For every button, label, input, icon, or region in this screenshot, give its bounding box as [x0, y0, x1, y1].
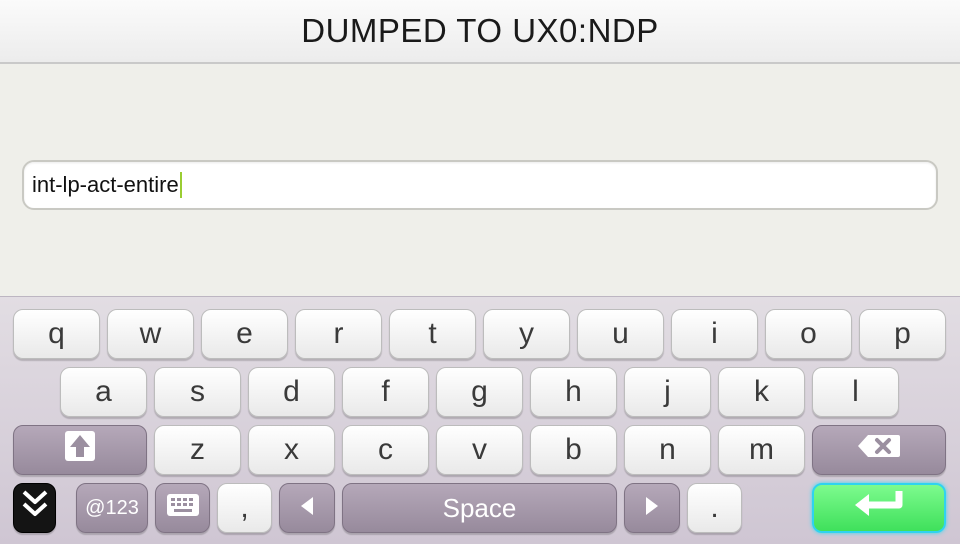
key-q[interactable]: q [13, 309, 100, 359]
text-input-field[interactable]: int-lp-act-entire [22, 160, 938, 210]
key-d[interactable]: d [248, 367, 335, 417]
backspace-icon [856, 433, 902, 467]
symbols-key[interactable]: @123 [76, 483, 148, 533]
hide-keyboard-icon [20, 487, 50, 529]
input-value: int-lp-act-entire [32, 172, 179, 197]
left-arrow-icon [297, 491, 317, 525]
key-x[interactable]: x [248, 425, 335, 475]
key-r[interactable]: r [295, 309, 382, 359]
page-title: DUMPED TO UX0:NDP [301, 12, 659, 49]
key-e[interactable]: e [201, 309, 288, 359]
key-u[interactable]: u [577, 309, 664, 359]
period-key[interactable]: . [687, 483, 742, 533]
space-key[interactable]: Space [342, 483, 617, 533]
key-b[interactable]: b [530, 425, 617, 475]
shift-key[interactable] [13, 425, 147, 475]
shift-up-arrow-icon [61, 427, 99, 473]
key-i[interactable]: i [671, 309, 758, 359]
key-o[interactable]: o [765, 309, 852, 359]
key-s[interactable]: s [154, 367, 241, 417]
comma-key[interactable]: , [217, 483, 272, 533]
key-k[interactable]: k [718, 367, 805, 417]
key-c[interactable]: c [342, 425, 429, 475]
key-f[interactable]: f [342, 367, 429, 417]
key-w[interactable]: w [107, 309, 194, 359]
key-l[interactable]: l [812, 367, 899, 417]
right-arrow-icon [642, 491, 662, 525]
key-y[interactable]: y [483, 309, 570, 359]
enter-return-icon [851, 489, 907, 527]
key-v[interactable]: v [436, 425, 523, 475]
key-g[interactable]: g [436, 367, 523, 417]
enter-key[interactable] [812, 483, 946, 533]
cursor-left-key[interactable] [279, 483, 335, 533]
key-h[interactable]: h [530, 367, 617, 417]
on-screen-keyboard: q w e r t y u i o p a s d f g h j k l z … [0, 296, 960, 544]
keyboard-layout-key[interactable] [155, 483, 210, 533]
key-m[interactable]: m [718, 425, 805, 475]
key-p[interactable]: p [859, 309, 946, 359]
cursor-right-key[interactable] [624, 483, 680, 533]
text-caret [179, 172, 182, 198]
key-t[interactable]: t [389, 309, 476, 359]
key-n[interactable]: n [624, 425, 711, 475]
key-a[interactable]: a [60, 367, 147, 417]
backspace-key[interactable] [812, 425, 946, 475]
key-j[interactable]: j [624, 367, 711, 417]
keyboard-layout-icon [166, 491, 200, 525]
hide-keyboard-key[interactable] [13, 483, 56, 533]
key-z[interactable]: z [154, 425, 241, 475]
title-bar: DUMPED TO UX0:NDP [0, 0, 960, 64]
